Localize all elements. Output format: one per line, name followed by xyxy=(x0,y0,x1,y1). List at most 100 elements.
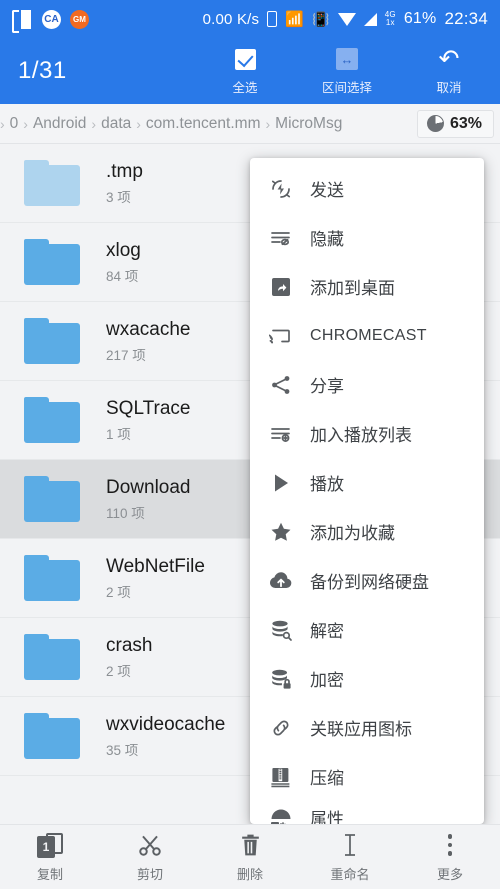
breadcrumb-item-1[interactable]: Android xyxy=(28,115,91,133)
copy-icon: 1 xyxy=(37,832,63,859)
bluetooth-icon: 📶 xyxy=(285,10,305,28)
menu-item-label: 加密 xyxy=(310,671,344,690)
selection-count: 1/31 xyxy=(18,57,67,84)
encrypt-lock-icon xyxy=(268,666,294,692)
menu-item[interactable]: 添加为收藏 xyxy=(250,507,484,556)
menu-item[interactable]: 关联应用图标 xyxy=(250,703,484,752)
menu-item[interactable]: 隐藏 xyxy=(250,213,484,262)
breadcrumb-item-0[interactable]: 0 xyxy=(5,115,24,133)
menu-item-label: 分享 xyxy=(310,377,344,396)
clock: 22:34 xyxy=(444,9,488,28)
network-speed: 0.00 K/s xyxy=(202,10,260,28)
menu-item[interactable]: 解密 xyxy=(250,605,484,654)
copy-label: 复制 xyxy=(36,866,63,882)
folder-icon xyxy=(24,476,80,522)
menu-item[interactable]: 加入播放列表 xyxy=(250,409,484,458)
menu-item-label: 解密 xyxy=(310,622,344,641)
action-bar-buttons: 全选 ↔ 区间选择 ↶ 取消 xyxy=(212,46,482,96)
add-to-desktop-icon xyxy=(268,274,294,300)
menu-item[interactable]: 添加到桌面 xyxy=(250,262,484,311)
decrypt-icon xyxy=(268,617,294,643)
wifi-icon xyxy=(337,12,356,26)
breadcrumb-item-3[interactable]: com.tencent.mm xyxy=(141,115,266,133)
folder-icon xyxy=(24,555,80,601)
breadcrumb-item-4[interactable]: MicroMsg xyxy=(270,115,347,133)
data-label-bottom: 1x xyxy=(385,18,395,27)
menu-item[interactable]: 压缩 xyxy=(250,752,484,801)
range-select-label: 区间选择 xyxy=(321,81,372,95)
rename-button[interactable]: 重命名 xyxy=(300,832,400,883)
folder-icon xyxy=(24,160,80,206)
storage-percent: 63% xyxy=(449,114,482,132)
delete-label: 删除 xyxy=(236,866,263,882)
menu-item-label: 属性 xyxy=(310,809,344,825)
bottom-toolbar: 1 复制 剪切 删除 重命名 更多 xyxy=(0,824,500,889)
vibrate-icon: 📳 xyxy=(312,11,330,27)
cloud-upload-icon xyxy=(268,568,294,594)
menu-item-label: CHROMECAST xyxy=(310,326,427,344)
folder-icon xyxy=(24,397,80,443)
menu-item-label: 隐藏 xyxy=(310,230,344,249)
menu-item[interactable]: 加密 xyxy=(250,654,484,703)
more-vertical-icon xyxy=(447,832,453,859)
hide-eye-icon xyxy=(268,225,294,251)
menu-item[interactable]: 分享 xyxy=(250,360,484,409)
menu-item[interactable]: 备份到网络硬盘 xyxy=(250,556,484,605)
folder-icon xyxy=(24,239,80,285)
breadcrumb-path[interactable]: › 0 › Android › data › com.tencent.mm › … xyxy=(0,115,413,133)
context-menu[interactable]: 发送隐藏添加到桌面 CHROMECAST 分享加入播放列表 播放添加为收藏备份到网络硬… xyxy=(250,158,484,824)
menu-item-label: 播放 xyxy=(310,475,344,494)
trash-icon xyxy=(238,832,263,859)
folder-icon xyxy=(24,318,80,364)
storage-usage-badge[interactable]: 63% xyxy=(416,109,494,138)
battery-level: 61% xyxy=(403,10,437,27)
mobile-data-icon: 4G 1x xyxy=(385,11,396,27)
cut-button[interactable]: 剪切 xyxy=(100,832,200,883)
rename-label: 重命名 xyxy=(330,866,370,882)
breadcrumb-item-2[interactable]: data xyxy=(96,115,136,133)
star-icon xyxy=(268,519,294,545)
pie-chart-icon xyxy=(426,115,444,132)
white-app-icon: CA xyxy=(42,9,61,29)
more-label: 更多 xyxy=(436,866,463,882)
sim-card-icon xyxy=(267,11,278,27)
rename-cursor-icon xyxy=(341,832,359,859)
orange-app-icon: GM xyxy=(70,9,89,29)
folder-icon xyxy=(24,713,80,759)
chromecast-icon xyxy=(268,323,294,349)
select-all-button[interactable]: 全选 xyxy=(212,46,278,96)
scissors-icon xyxy=(137,832,163,859)
status-bar: CA GM 0.00 K/s 📶 📳 4G 1x 61% 22:34 xyxy=(0,0,500,38)
properties-icon xyxy=(268,804,294,824)
menu-item-label: 备份到网络硬盘 xyxy=(310,573,429,592)
menu-item-label: 添加为收藏 xyxy=(310,524,395,543)
range-select-button[interactable]: ↔ 区间选择 xyxy=(314,46,380,96)
cancel-label: 取消 xyxy=(436,81,462,95)
cancel-button[interactable]: ↶ 取消 xyxy=(416,46,482,96)
copy-button[interactable]: 1 复制 xyxy=(0,832,100,883)
breadcrumb: › 0 › Android › data › com.tencent.mm › … xyxy=(0,104,500,144)
compress-icon xyxy=(268,764,294,790)
undo-icon: ↶ xyxy=(438,45,460,73)
menu-item-label: 关联应用图标 xyxy=(310,720,412,739)
send-flash-icon xyxy=(268,176,294,202)
file-manager-screen: CA GM 0.00 K/s 📶 📳 4G 1x 61% 22:34 1/31 … xyxy=(0,0,500,889)
status-bar-app-icons: CA GM xyxy=(12,9,89,33)
delete-button[interactable]: 删除 xyxy=(200,832,300,883)
signal-icon xyxy=(363,12,377,26)
menu-item-label: 添加到桌面 xyxy=(310,279,395,298)
folder-icon xyxy=(24,634,80,680)
menu-item-label: 发送 xyxy=(310,181,344,200)
menu-item-label: 加入播放列表 xyxy=(310,426,412,445)
menu-item[interactable]: 属性 xyxy=(250,801,484,824)
menu-item[interactable]: CHROMECAST xyxy=(250,311,484,360)
listen-app-icon xyxy=(12,9,33,33)
copy-count-badge: 1 xyxy=(37,835,55,858)
select-all-label: 全选 xyxy=(232,81,258,95)
menu-item[interactable]: 发送 xyxy=(250,164,484,213)
more-button[interactable]: 更多 xyxy=(400,832,500,883)
selection-action-bar: 1/31 全选 ↔ 区间选择 ↶ 取消 xyxy=(0,38,500,104)
share-icon xyxy=(268,372,294,398)
link-icon xyxy=(268,715,294,741)
menu-item[interactable]: 播放 xyxy=(250,458,484,507)
